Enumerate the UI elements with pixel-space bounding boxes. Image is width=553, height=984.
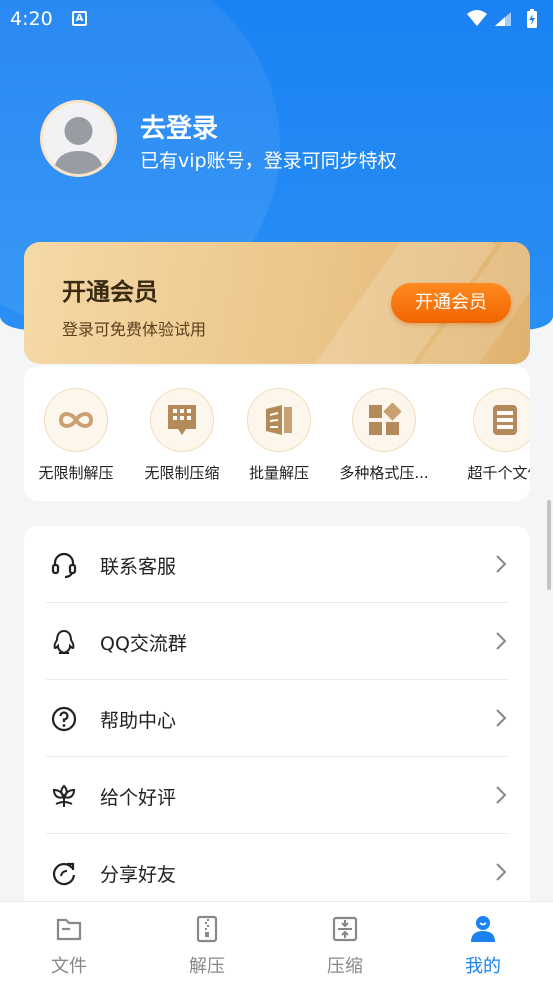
status-bar: 4:20 A: [0, 0, 553, 38]
feature-item[interactable]: 多种格式压...: [329, 388, 439, 483]
headset-icon: [51, 552, 77, 579]
menu-item-label: 给个好评: [100, 787, 177, 809]
status-time: 4:20: [10, 8, 53, 30]
status-icons: [465, 8, 543, 35]
folder-icon: [56, 918, 82, 941]
login-subtitle: 已有vip账号，登录可同步特权: [140, 150, 397, 172]
grid-doc-icon: [150, 388, 214, 452]
tab-unzip[interactable]: 解压: [157, 914, 257, 978]
chevron-right-icon: [496, 863, 507, 881]
vip-card[interactable]: 开通会员 登录可免费体验试用 开通会员: [24, 242, 530, 364]
vip-title: 开通会员: [62, 278, 158, 306]
flower-icon: [52, 784, 76, 807]
tab-mine[interactable]: 我的: [433, 914, 533, 978]
chevron-right-icon: [496, 632, 507, 650]
settings-menu: 联系客服 QQ交流群 帮助中心 给个好评 分享好友: [24, 526, 530, 916]
feature-label: 多种格式压...: [339, 464, 429, 482]
menu-item-label: 分享好友: [100, 864, 177, 886]
tab-label: 我的: [465, 956, 501, 977]
default-avatar-icon: [43, 103, 114, 174]
scrollbar[interactable]: [547, 500, 551, 590]
menu-item-contact-service[interactable]: 联系客服: [46, 526, 508, 603]
compress-icon: [332, 916, 358, 942]
menu-item-share-friends[interactable]: 分享好友: [46, 834, 508, 911]
bottom-tab-bar: 文件 解压 压缩 我的: [0, 901, 553, 984]
feature-strip[interactable]: 无限制解压 无限制压缩 批量解压 多种格式压... 超千个文件: [24, 366, 530, 501]
tab-compress[interactable]: 压缩: [295, 914, 395, 978]
feature-label: 无限制压缩: [144, 464, 220, 482]
feature-item[interactable]: 无限制解压: [24, 388, 131, 483]
wifi-signal-battery-icon: [467, 9, 537, 28]
tab-label: 解压: [189, 956, 225, 977]
login-title[interactable]: 去登录: [140, 108, 218, 145]
menu-item-rate-us[interactable]: 给个好评: [46, 757, 508, 834]
feature-label: 超千个文件: [467, 464, 530, 482]
menu-item-label: 帮助中心: [100, 710, 177, 732]
feature-item[interactable]: 无限制压缩: [127, 388, 237, 483]
question-circle-icon: [51, 706, 77, 732]
chevron-right-icon: [496, 555, 507, 573]
vip-subtitle: 登录可免费体验试用: [62, 320, 207, 339]
menu-item-qq-group[interactable]: QQ交流群: [46, 603, 508, 680]
infinity-icon: [44, 388, 108, 452]
qq-penguin-icon: [53, 629, 75, 654]
open-vip-button[interactable]: 开通会员: [391, 283, 511, 323]
notification-badge-icon: A: [72, 11, 87, 26]
multi-format-icon: [352, 388, 416, 452]
tab-files[interactable]: 文件: [19, 914, 119, 978]
feature-item[interactable]: 超千个文件: [450, 388, 530, 483]
feature-label: 批量解压: [248, 464, 309, 482]
tab-label: 压缩: [327, 956, 363, 977]
avatar[interactable]: [40, 100, 117, 177]
chevron-right-icon: [496, 786, 507, 804]
unzip-icon: [196, 915, 218, 943]
chevron-right-icon: [496, 709, 507, 727]
tab-label: 文件: [51, 956, 87, 977]
batch-books-icon: [247, 388, 311, 452]
user-icon: [471, 916, 495, 942]
menu-item-label: QQ交流群: [100, 633, 187, 655]
feature-item[interactable]: 批量解压: [224, 388, 334, 483]
feature-label: 无限制解压: [38, 464, 114, 482]
share-refresh-icon: [52, 862, 76, 886]
menu-item-help-center[interactable]: 帮助中心: [46, 680, 508, 757]
file-stack-icon: [473, 388, 530, 452]
menu-item-label: 联系客服: [100, 556, 177, 578]
